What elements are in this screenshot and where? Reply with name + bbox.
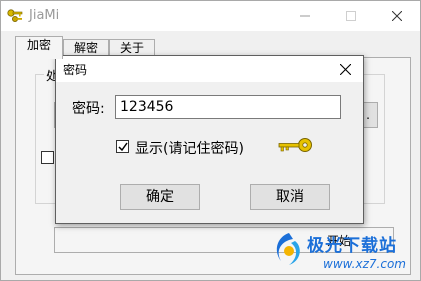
close-button[interactable] <box>374 1 420 31</box>
minimize-button[interactable] <box>282 1 328 31</box>
dialog-title-bar: 密码 <box>56 56 363 82</box>
password-value: 123456 <box>120 99 174 115</box>
watermark-url: www.xz7.com <box>323 257 406 271</box>
password-label: 密码: <box>72 101 105 117</box>
show-password-label[interactable]: 显示(请记住密码) <box>135 138 244 158</box>
minimize-icon <box>300 15 310 17</box>
cancel-button[interactable]: 取消 <box>250 184 330 210</box>
maximize-icon <box>346 11 356 21</box>
option-checkbox[interactable] <box>41 151 54 164</box>
watermark-logo-icon <box>276 233 300 265</box>
password-dialog: 密码 密码: 123456 显示(请记住密码) 确定 取消 <box>55 55 364 224</box>
ok-button[interactable]: 确定 <box>120 184 200 210</box>
dialog-close-button[interactable] <box>335 60 355 78</box>
dialog-title: 密码 <box>63 63 88 77</box>
watermark-title: 极光下载站 <box>307 236 397 256</box>
maximize-button[interactable] <box>328 1 374 31</box>
check-icon <box>118 142 128 152</box>
show-password-checkbox[interactable] <box>116 140 129 153</box>
title-bar: JiaMi <box>1 1 420 31</box>
tab-encrypt[interactable]: 加密 <box>15 36 63 59</box>
window-title: JiaMi <box>29 8 60 23</box>
close-icon <box>340 64 351 75</box>
key-icon <box>278 138 312 152</box>
watermark: 极光下载站 www.xz7.com <box>269 225 419 279</box>
password-input[interactable]: 123456 <box>115 95 341 119</box>
close-icon <box>392 11 402 21</box>
key-icon <box>7 8 23 24</box>
